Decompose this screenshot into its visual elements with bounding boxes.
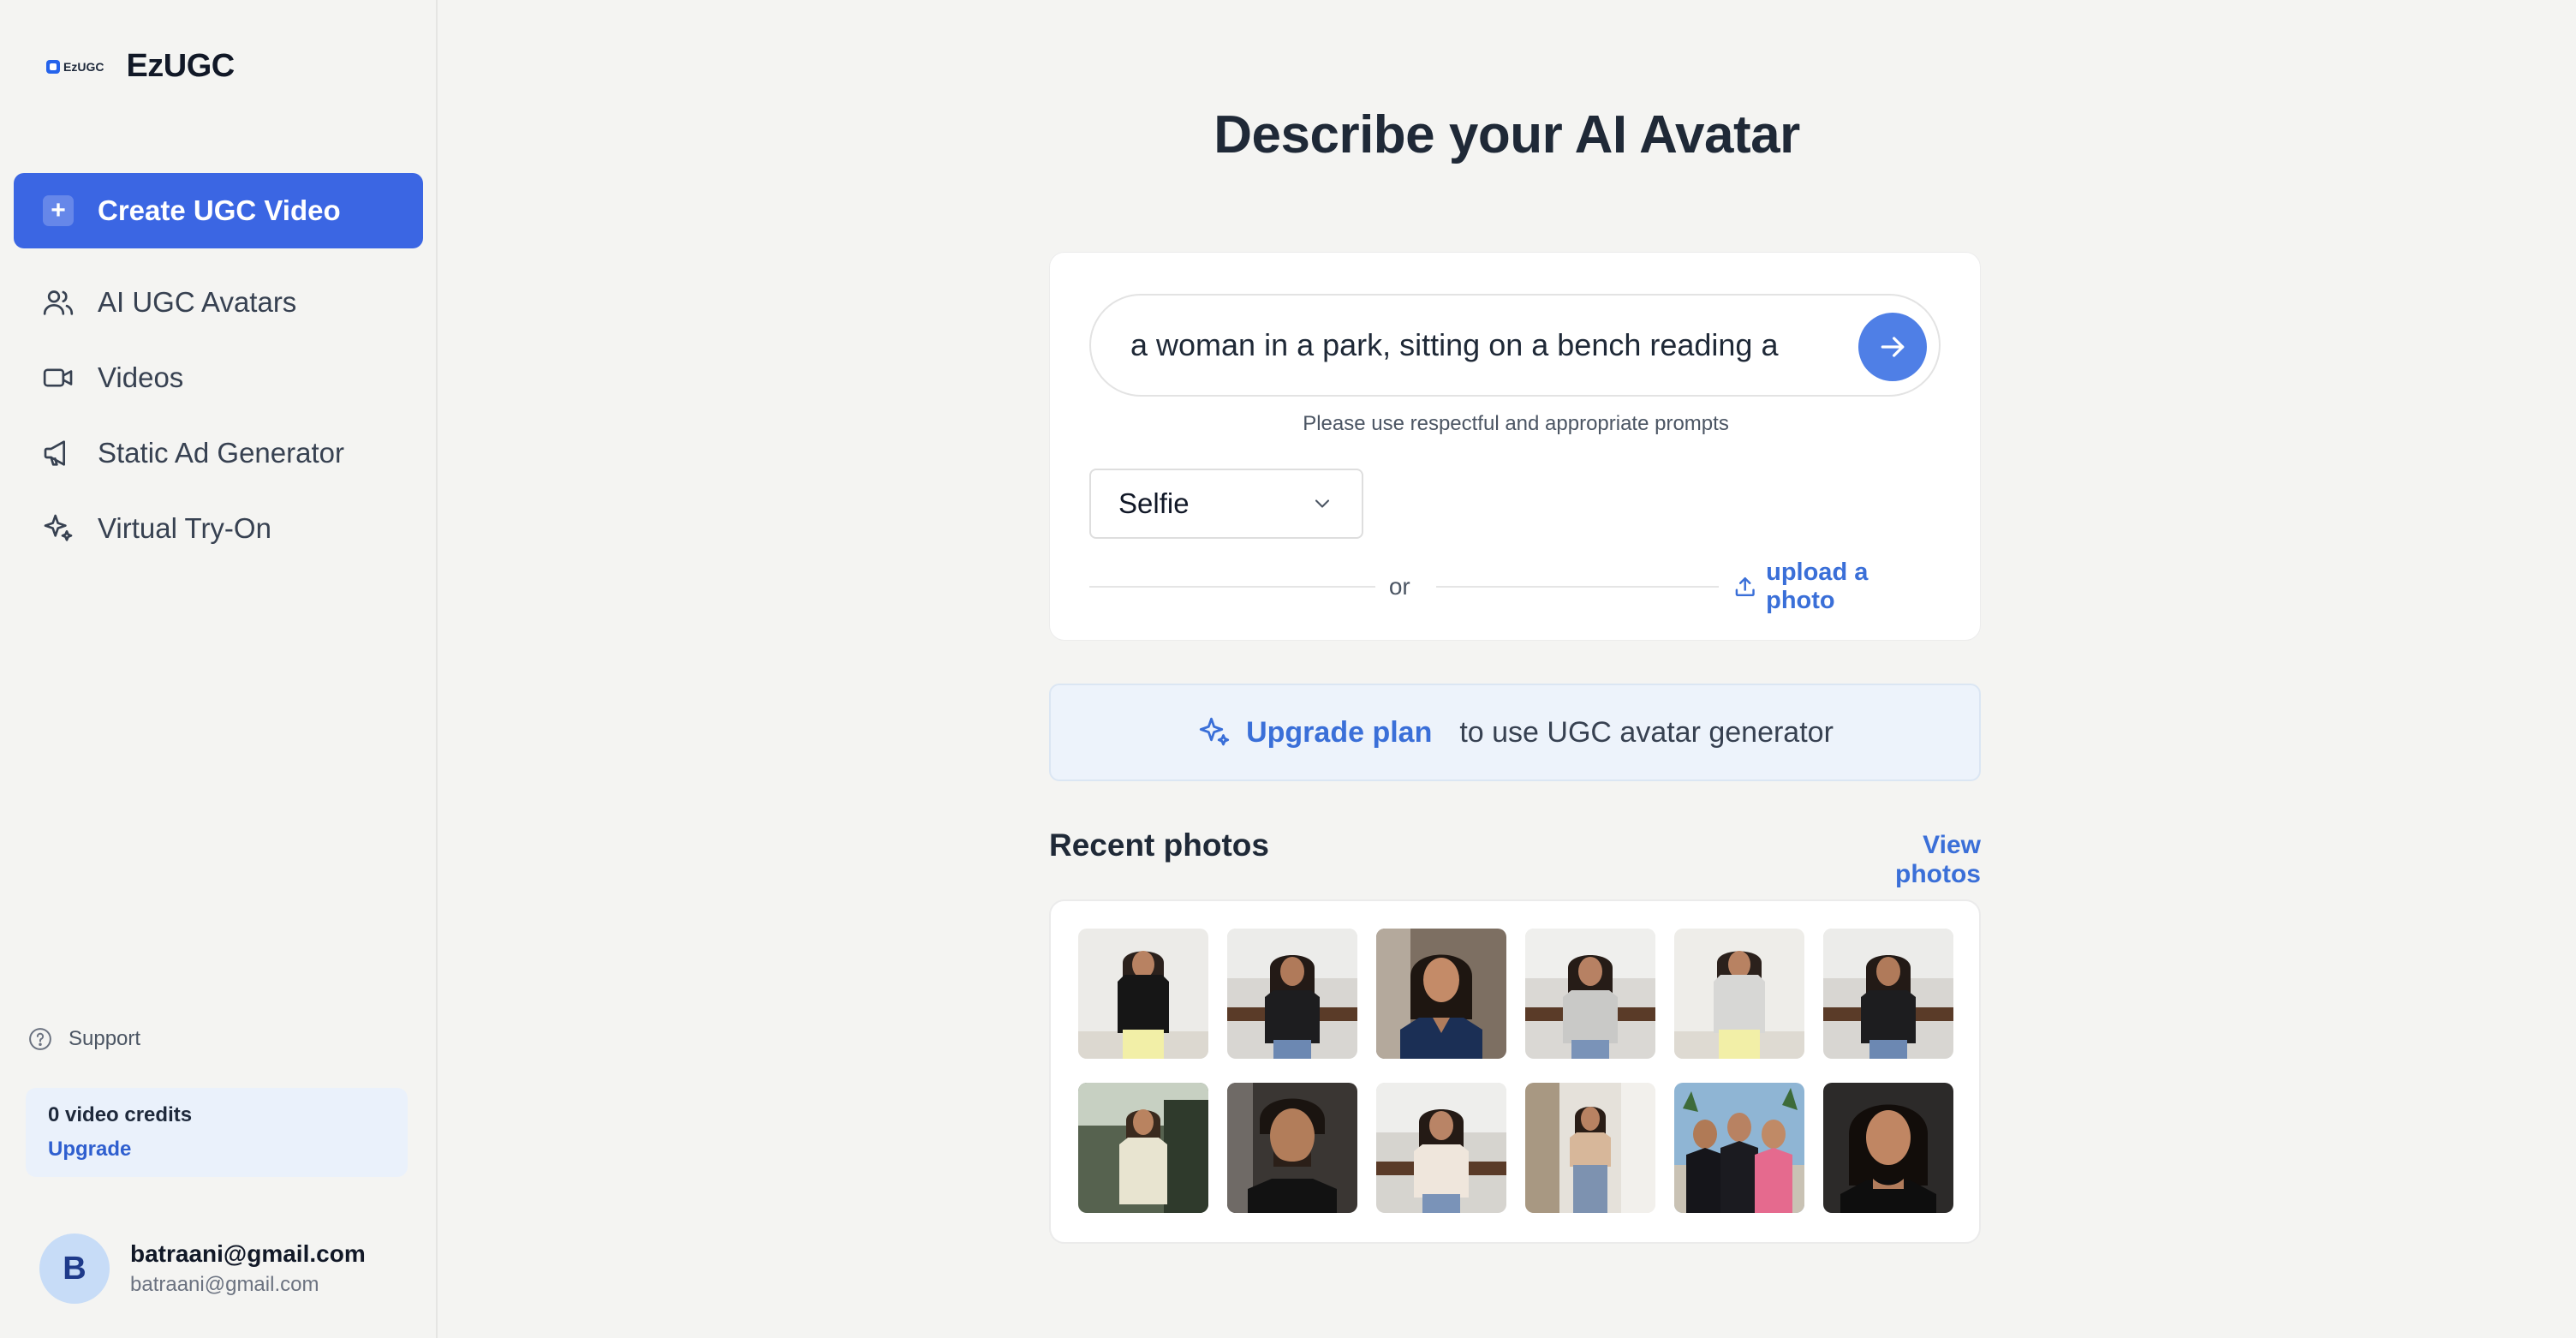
- view-photos-link[interactable]: View photos: [1838, 831, 1981, 889]
- brand[interactable]: EzUGC EzUGC: [46, 48, 235, 85]
- photo-thumbnail[interactable]: [1674, 1083, 1804, 1213]
- sidebar-item-virtual-try-on[interactable]: Virtual Try-On: [0, 491, 438, 566]
- photo-thumbnail[interactable]: [1376, 929, 1506, 1059]
- user-info: batraani@gmail.com batraani@gmail.com: [130, 1240, 366, 1297]
- photo-image: [1823, 1083, 1953, 1213]
- photo-image: [1674, 929, 1804, 1059]
- photo-thumbnail[interactable]: [1525, 929, 1655, 1059]
- or-text: or: [1388, 573, 1410, 600]
- arrow-right-icon: [1881, 337, 1905, 357]
- photo-image: [1823, 929, 1953, 1059]
- video-credits-text: 0 video credits: [48, 1103, 193, 1126]
- recent-photos-card: [1049, 899, 1981, 1244]
- style-select[interactable]: Selfie: [1089, 469, 1363, 539]
- photo-thumbnail[interactable]: [1376, 1083, 1506, 1213]
- user-name: batraani@gmail.com: [130, 1240, 366, 1267]
- sidebar-item-videos[interactable]: Videos: [0, 340, 438, 415]
- photo-thumbnail[interactable]: [1078, 1083, 1208, 1213]
- upgrade-banner-text: to use UGC avatar generator: [1459, 715, 1834, 749]
- sparkles-icon: [1199, 717, 1230, 746]
- upload-photo-label: upload a photo: [1766, 558, 1869, 614]
- sidebar-item-label: AI UGC Avatars: [98, 286, 297, 318]
- support-link[interactable]: Support: [27, 1026, 140, 1052]
- photo-thumbnail[interactable]: [1078, 929, 1208, 1059]
- brand-logo-text: EzUGC: [63, 59, 104, 74]
- plus-icon: +: [43, 195, 74, 226]
- upload-icon: [1735, 576, 1755, 597]
- sidebar-item-static-ad-generator[interactable]: Static Ad Generator: [0, 415, 438, 491]
- sidebar-item-label: Static Ad Generator: [98, 437, 344, 469]
- sidebar: EzUGC EzUGC + Create UGC Video AI UGC Av…: [0, 0, 438, 1338]
- photo-grid: [1078, 929, 1953, 1213]
- upgrade-plan-link[interactable]: Upgrade plan: [1246, 716, 1432, 750]
- photo-thumbnail[interactable]: [1823, 1083, 1953, 1213]
- style-select-value: Selfie: [1118, 487, 1190, 519]
- video-camera-icon: [43, 368, 73, 387]
- sidebar-item-label: Virtual Try-On: [98, 512, 271, 544]
- chevron-down-icon: [1315, 499, 1330, 508]
- photo-thumbnail[interactable]: [1227, 1083, 1357, 1213]
- upgrade-link[interactable]: Upgrade: [48, 1138, 385, 1162]
- photo-image: [1674, 1083, 1804, 1213]
- brand-name: EzUGC: [126, 48, 235, 84]
- upload-photo-link[interactable]: upload a photo: [1732, 558, 1941, 615]
- prompt-hint: Please use respectful and appropriate pr…: [1303, 412, 1729, 435]
- recent-photos-title: Recent photos: [1049, 827, 1269, 863]
- photo-thumbnail[interactable]: [1823, 929, 1953, 1059]
- photo-thumbnail[interactable]: [1674, 929, 1804, 1059]
- upgrade-banner: Upgrade plan to use UGC avatar generator: [1049, 684, 1981, 781]
- divider-line: [1435, 586, 1719, 588]
- megaphone-icon: [44, 440, 65, 466]
- photo-image: [1376, 1083, 1506, 1213]
- sidebar-item-label: Videos: [98, 361, 184, 393]
- logo-mark-icon: [46, 59, 60, 74]
- create-ugc-video-button[interactable]: + Create UGC Video: [14, 173, 423, 248]
- submit-prompt-button[interactable]: [1858, 313, 1927, 381]
- create-ugc-video-label: Create UGC Video: [98, 194, 341, 226]
- photo-image: [1078, 929, 1208, 1059]
- photo-image: [1525, 929, 1655, 1059]
- photo-image: [1376, 929, 1506, 1059]
- photo-thumbnail[interactable]: [1227, 929, 1357, 1059]
- prompt-field: [1089, 294, 1941, 397]
- user-email: batraani@gmail.com: [130, 1273, 319, 1296]
- user-profile[interactable]: B batraani@gmail.com batraani@gmail.com: [39, 1233, 366, 1304]
- support-label: Support: [69, 1027, 141, 1050]
- credits-panel: 0 video credits Upgrade: [26, 1088, 408, 1177]
- or-divider: or upload a photo: [1089, 558, 1941, 614]
- photo-thumbnail[interactable]: [1525, 1083, 1655, 1213]
- avatar-prompt-card: Please use respectful and appropriate pr…: [1049, 252, 1981, 641]
- photo-image: [1227, 1083, 1357, 1213]
- help-circle-icon: [29, 1028, 51, 1050]
- page-title: Describe your AI Avatar: [1213, 105, 1800, 164]
- photo-image: [1227, 929, 1357, 1059]
- sidebar-nav: AI UGC Avatars Videos Static Ad Generato…: [0, 265, 438, 566]
- photo-image: [1078, 1083, 1208, 1213]
- photo-image: [1525, 1083, 1655, 1213]
- sidebar-item-ai-ugc-avatars[interactable]: AI UGC Avatars: [0, 265, 438, 340]
- users-icon: [43, 290, 74, 315]
- prompt-input[interactable]: [1130, 327, 1833, 363]
- sparkles-icon: [44, 514, 73, 541]
- divider-line: [1089, 586, 1375, 588]
- brand-logo: EzUGC: [46, 59, 104, 74]
- avatar: B: [39, 1233, 110, 1304]
